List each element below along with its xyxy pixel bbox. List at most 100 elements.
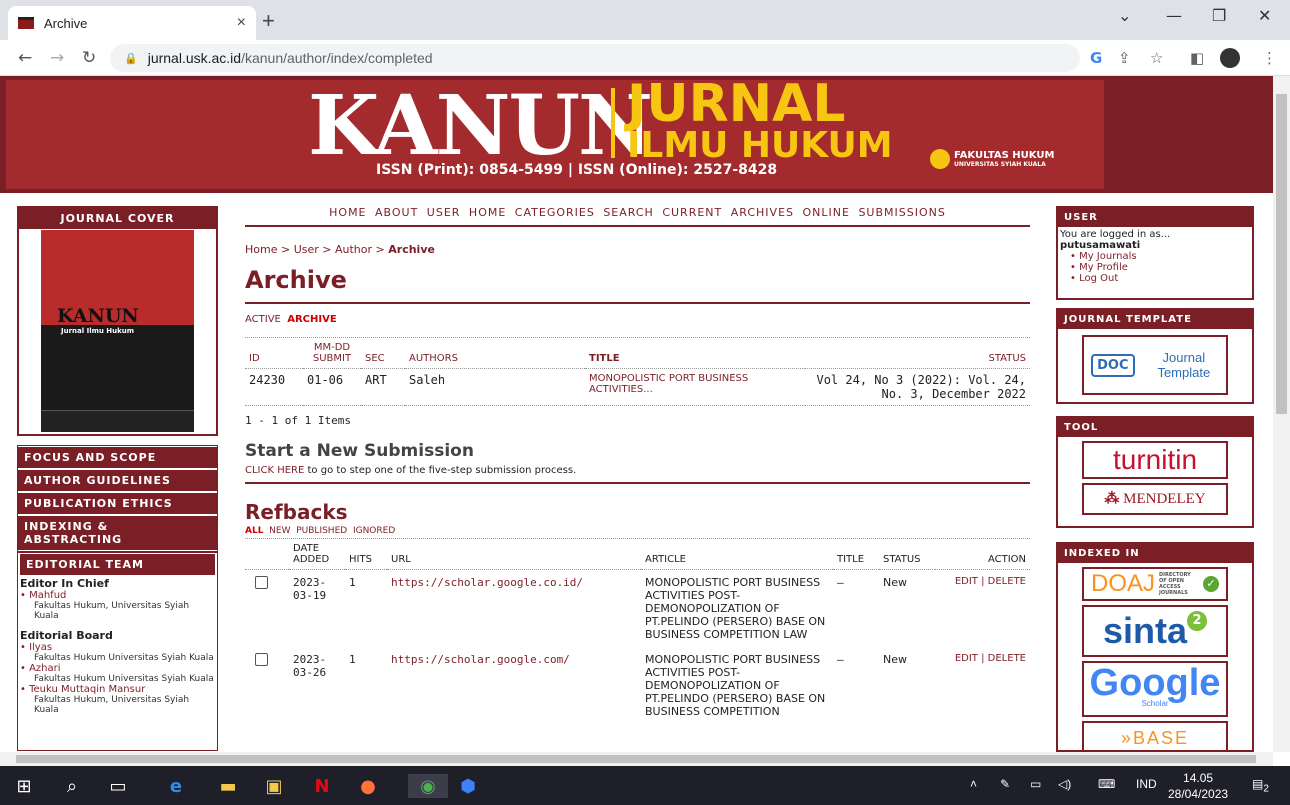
maximize-button[interactable]: ❐ — [1212, 6, 1226, 25]
col-article[interactable]: ARTICLE — [641, 539, 833, 570]
link-log-out[interactable]: • Log Out — [1070, 273, 1250, 284]
side-panel-icon[interactable]: ◧ — [1190, 49, 1204, 67]
chrome-icon[interactable]: ◉ — [408, 774, 448, 798]
profile-avatar[interactable] — [1220, 48, 1240, 68]
menu-focus-scope[interactable]: FOCUS AND SCOPE — [18, 447, 217, 469]
journal-template-title: JOURNAL TEMPLATE — [1058, 310, 1252, 329]
edge-icon[interactable]: e — [164, 774, 188, 798]
turnitin-logo[interactable]: turnitin — [1082, 441, 1228, 479]
mendeley-logo[interactable]: ⁂ MENDELEY — [1082, 483, 1228, 515]
horizontal-scrollbar[interactable] — [0, 752, 1273, 766]
language-indicator[interactable]: IND — [1136, 777, 1157, 791]
col-hits[interactable]: HITS — [345, 539, 387, 570]
new-tab-button[interactable]: + — [262, 8, 275, 34]
col-submit[interactable]: MM-DD SUBMIT — [303, 338, 361, 369]
col-date[interactable]: DATE ADDED — [289, 539, 345, 570]
rf-url-link[interactable]: https://scholar.google.com/ — [387, 647, 641, 724]
keyboard-icon[interactable]: ⌨ — [1098, 777, 1115, 791]
browser-tab[interactable]: Archive × — [8, 6, 256, 40]
volume-icon[interactable]: ◁) — [1058, 777, 1071, 791]
sinta-logo[interactable]: sinta 2 — [1082, 605, 1228, 657]
firefox-icon[interactable]: ● — [356, 774, 380, 798]
crumb-current[interactable]: Archive — [388, 243, 435, 256]
store-icon[interactable]: ▣ — [262, 774, 286, 798]
col-authors[interactable]: AUTHORS — [405, 338, 585, 369]
edit-link[interactable]: EDIT — [955, 576, 978, 587]
bookmark-star-icon[interactable]: ☆ — [1150, 49, 1163, 67]
forward-arrow-icon[interactable]: → — [50, 48, 64, 68]
network-icon[interactable]: ▭ — [1030, 777, 1041, 791]
row-title-link[interactable]: MONOPOLISTIC PORT BUSINESS ACTIVITIES... — [585, 368, 805, 406]
refbacks-header-row: DATE ADDED HITS URL ARTICLE TITLE STATUS … — [245, 539, 1030, 570]
filter-ignored[interactable]: IGNORED — [353, 526, 395, 536]
filter-published[interactable]: PUBLISHED — [296, 526, 347, 536]
col-rtitle[interactable]: TITLE — [833, 539, 879, 570]
crumb-author[interactable]: Author — [335, 243, 372, 256]
board-name[interactable]: • Azhari — [20, 663, 215, 674]
reload-icon[interactable]: ↻ — [82, 48, 96, 68]
vertical-scrollbar[interactable] — [1273, 76, 1290, 752]
hscroll-thumb[interactable] — [16, 755, 1256, 763]
col-title[interactable]: TITLE — [585, 338, 805, 369]
tab-active[interactable]: ACTIVE — [245, 314, 281, 325]
new-submission-desc: to go to step one of the five-step submi… — [304, 465, 577, 476]
col-id[interactable]: ID — [245, 338, 303, 369]
board-name[interactable]: • Ilyas — [20, 642, 215, 653]
menu-kebab-icon[interactable]: ⋮ — [1262, 49, 1277, 67]
edit-link[interactable]: EDIT — [955, 653, 978, 664]
scroll-thumb[interactable] — [1276, 94, 1287, 414]
netflix-icon[interactable]: N — [310, 774, 334, 798]
click-here-link[interactable]: CLICK HERE — [245, 465, 304, 476]
delete-link[interactable]: DELETE — [988, 576, 1026, 587]
user-title: USER — [1058, 208, 1252, 227]
col-sec[interactable]: SEC — [361, 338, 405, 369]
delete-link[interactable]: DELETE — [988, 653, 1026, 664]
pen-icon[interactable]: ✎ — [1000, 777, 1010, 791]
menu-publication-ethics[interactable]: PUBLICATION ETHICS — [18, 493, 217, 515]
board-name[interactable]: • Teuku Muttaqin Mansur — [20, 684, 215, 695]
page-viewport: KANUN JURNAL ILMU HUKUM ISSN (Print): 08… — [0, 76, 1273, 752]
google-g-icon[interactable]: G — [1090, 49, 1102, 67]
filter-all[interactable]: ALL — [245, 526, 263, 536]
filter-new[interactable]: NEW — [269, 526, 290, 536]
row-checkbox[interactable] — [255, 653, 268, 666]
top-navigation[interactable]: HOME ABOUT USER HOME CATEGORIES SEARCH C… — [245, 206, 1030, 227]
link-my-journals[interactable]: • My Journals — [1070, 251, 1250, 262]
journal-banner: KANUN JURNAL ILMU HUKUM ISSN (Print): 08… — [0, 76, 1273, 193]
windows-start-icon[interactable]: ⊞ — [12, 774, 36, 798]
crumb-home[interactable]: Home — [245, 243, 277, 256]
notification-icon[interactable]: ▤2 — [1252, 777, 1269, 794]
col-submit-b: SUBMIT — [312, 353, 352, 364]
back-arrow-icon[interactable]: ← — [18, 48, 32, 68]
url-field[interactable]: 🔒 jurnal.usk.ac.id/kanun/author/index/co… — [110, 44, 1080, 72]
crumb-user[interactable]: User — [294, 243, 319, 256]
share-icon[interactable]: ⇪ — [1118, 49, 1131, 67]
doaj-logo[interactable]: DOAJ DIRECTORY OF OPEN ACCESS JOURNALS ✓ — [1082, 567, 1228, 601]
journal-template-link[interactable]: DOC Journal Template — [1082, 335, 1228, 395]
file-explorer-icon[interactable]: ▬ — [216, 774, 240, 798]
search-icon[interactable]: ⌕ — [60, 774, 84, 798]
app-w-icon[interactable]: ⬢ — [456, 774, 480, 798]
col-url[interactable]: URL — [387, 539, 641, 570]
minimize-button[interactable]: — — [1166, 6, 1182, 25]
google-scholar-logo[interactable]: Google Scholar — [1082, 661, 1228, 717]
chief-name[interactable]: • Mahfud — [20, 590, 215, 601]
link-my-profile[interactable]: • My Profile — [1070, 262, 1250, 273]
tab-close-icon[interactable]: × — [237, 14, 246, 32]
board-affiliation: Fakultas Hukum Universitas Syiah Kuala — [34, 653, 214, 663]
col-rstatus[interactable]: STATUS — [879, 539, 935, 570]
cover-image[interactable]: KANUN Jurnal Ilmu Hukum — [41, 230, 194, 432]
base-logo[interactable]: »BASE — [1082, 721, 1228, 750]
row-checkbox[interactable] — [255, 576, 268, 589]
menu-indexing-abstracting[interactable]: INDEXING & ABSTRACTING — [18, 516, 217, 551]
banner-kanun: KANUN — [308, 78, 653, 174]
tab-archive[interactable]: ARCHIVE — [287, 314, 336, 325]
clock[interactable]: 14.05 28/04/2023 — [1168, 770, 1228, 802]
task-view-icon[interactable]: ▭ — [106, 774, 130, 798]
menu-author-guidelines[interactable]: AUTHOR GUIDELINES — [18, 470, 217, 492]
rf-url-link[interactable]: https://scholar.google.co.id/ — [387, 570, 641, 648]
tab-search-icon[interactable]: ⌄ — [1118, 6, 1131, 25]
close-window-button[interactable]: ✕ — [1258, 6, 1271, 25]
tray-chevron-icon[interactable]: ˄ — [970, 777, 977, 791]
col-status[interactable]: STATUS — [805, 338, 1030, 369]
